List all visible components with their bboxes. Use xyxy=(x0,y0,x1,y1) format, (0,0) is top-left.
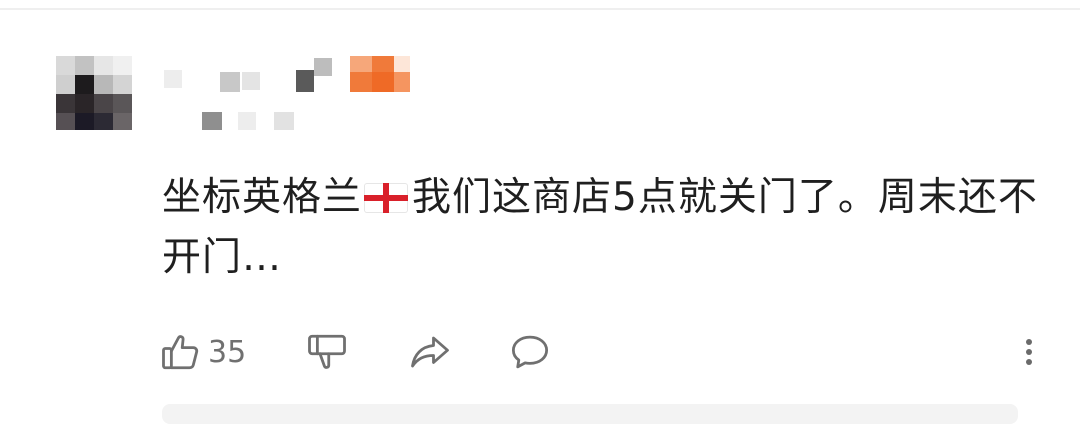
thumbs-down-icon xyxy=(308,334,346,369)
thumbs-up-icon xyxy=(162,335,199,370)
more-vertical-icon xyxy=(1026,337,1032,367)
share-button[interactable] xyxy=(408,326,452,378)
next-comment-preview xyxy=(162,404,1018,424)
avatar[interactable] xyxy=(56,56,132,130)
england-flag-icon xyxy=(364,183,409,213)
username-obscured[interactable] xyxy=(160,50,420,140)
like-count: 35 xyxy=(208,334,247,370)
comment-text-part1: 坐标英格兰 xyxy=(162,175,363,220)
share-icon xyxy=(411,336,449,368)
more-options-button[interactable] xyxy=(1016,326,1042,378)
like-button[interactable]: 35 xyxy=(160,326,246,378)
reply-button[interactable] xyxy=(508,326,552,378)
action-bar: 35 xyxy=(160,326,1040,378)
top-divider xyxy=(0,8,1080,10)
dislike-button[interactable] xyxy=(306,326,348,378)
comment-icon xyxy=(511,335,549,369)
comment-text: 坐标英格兰 我们这商店5点就关门了。周末还不开门… xyxy=(162,168,1042,288)
